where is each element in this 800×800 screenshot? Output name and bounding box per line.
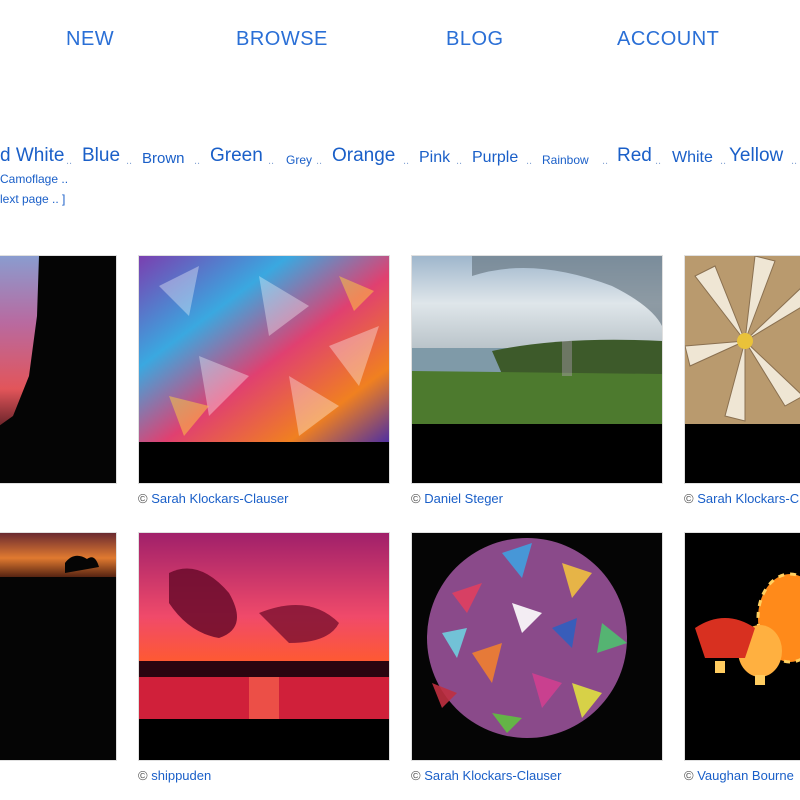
nav-browse[interactable]: BROWSE [236, 28, 328, 51]
color-tag-camoflage[interactable]: Camoflage .. [0, 172, 68, 186]
photo-author-link[interactable]: Sarah Klockars-Clauser [697, 491, 800, 506]
photo-thumbnail-paper-cranes-light[interactable] [138, 255, 390, 484]
top-navigation: NEW BROWSE BLOG ACCOUNT [0, 0, 800, 80]
tag-separator: .. [456, 155, 463, 167]
tag-separator: .. [66, 155, 73, 167]
nav-blog[interactable]: BLOG [446, 28, 504, 51]
color-tag-brown[interactable]: Brown [142, 150, 185, 167]
color-tag-blue[interactable]: Blue [82, 145, 120, 167]
tag-separator: .. [268, 155, 275, 167]
photo-author-link[interactable]: Sarah Klockars-Clauser [424, 768, 561, 783]
photo-credit: © Sarah Klockars-Clauser [684, 491, 800, 506]
tag-separator: .. [791, 155, 798, 167]
photo-credit: © Sarah Klockars-Clauser [411, 768, 562, 783]
tag-separator: .. [655, 155, 662, 167]
color-tag-purple[interactable]: Purple [472, 149, 518, 167]
photo-credit: © Daniel Steger [411, 491, 503, 506]
color-tag-orange[interactable]: Orange [332, 145, 395, 167]
photo-credit: © Sarah Klockars-Clauser [138, 491, 289, 506]
photo-thumbnail-sunset-silhouette[interactable] [0, 255, 117, 484]
nav-new[interactable]: NEW [66, 28, 114, 51]
copyright-symbol: © [138, 491, 148, 506]
photo-author-link[interactable]: Daniel Steger [424, 491, 503, 506]
color-tag-cloud: d White .. Blue .. Brown .. Green .. Gre… [0, 141, 800, 167]
color-tag-white-partial[interactable]: d White [0, 145, 64, 167]
copyright-symbol: © [138, 768, 148, 783]
photo-thumbnail-origami-crane-ball[interactable] [411, 532, 663, 761]
tag-separator: .. [526, 155, 533, 167]
tag-separator: .. [316, 155, 323, 167]
copyright-symbol: © [684, 491, 694, 506]
color-tag-white[interactable]: White [672, 149, 713, 167]
color-tag-rainbow[interactable]: Rainbow [542, 153, 589, 167]
tag-separator: .. [720, 155, 727, 167]
tag-separator: .. [126, 155, 133, 167]
color-tag-green[interactable]: Green [210, 145, 263, 167]
color-tag-pink[interactable]: Pink [419, 149, 450, 167]
copyright-symbol: © [684, 768, 694, 783]
photo-author-link[interactable]: shippuden [151, 768, 211, 783]
photo-author-link[interactable]: Sarah Klockars-Clauser [151, 491, 288, 506]
copyright-symbol: © [411, 768, 421, 783]
photo-author-link[interactable]: Vaughan Bourne [697, 768, 794, 783]
tag-separator: .. [403, 155, 410, 167]
photo-thumbnail-pink-sunset-sea[interactable] [138, 532, 390, 761]
photo-thumbnail-sunset-trees[interactable] [0, 532, 117, 761]
color-tag-yellow[interactable]: Yellow [729, 145, 783, 167]
copyright-symbol: © [411, 491, 421, 506]
photo-credit: © shippuden [138, 768, 211, 783]
photo-thumbnail-lake-landscape[interactable] [411, 255, 663, 484]
next-page-link[interactable]: lext page .. ] [0, 192, 65, 206]
tag-separator: .. [602, 155, 609, 167]
photo-thumbnail-book-pages[interactable] [684, 255, 800, 484]
photo-thumbnail-hot-air-balloons-night[interactable] [684, 532, 800, 761]
nav-account[interactable]: ACCOUNT [617, 28, 719, 51]
color-tag-red[interactable]: Red [617, 145, 652, 167]
tag-separator: .. [194, 155, 201, 167]
photo-credit: © Vaughan Bourne [684, 768, 794, 783]
color-tag-grey[interactable]: Grey [286, 153, 312, 167]
